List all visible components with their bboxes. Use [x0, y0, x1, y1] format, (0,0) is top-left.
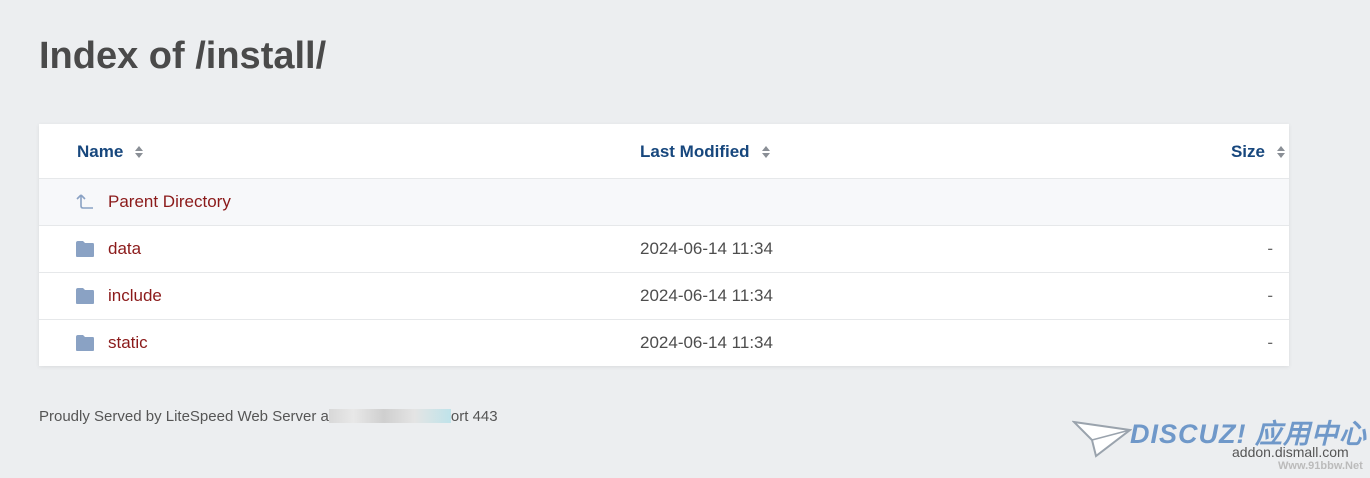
table-header: Name Last Modified Size	[39, 124, 1289, 179]
sort-icon	[1277, 146, 1285, 158]
watermark: DISCUZ! 应用中心 addon.dismall.com Www.91bbw…	[1072, 408, 1366, 474]
paper-plane-icon	[1072, 420, 1132, 458]
folder-icon	[76, 335, 94, 351]
footer-text: Proudly Served by LiteSpeed Web Server a	[39, 408, 329, 425]
file-size: -	[1267, 286, 1273, 305]
server-footer: Proudly Served by LiteSpeed Web Server a…	[39, 408, 498, 425]
modified-column-header: Last Modified	[640, 142, 750, 161]
size-column-header: Size	[1230, 142, 1265, 161]
footer-port: ort 443	[450, 408, 498, 425]
file-size: -	[1267, 239, 1273, 258]
parent-directory-icon	[76, 194, 93, 209]
last-modified: 2024-06-14 11:34	[640, 286, 773, 305]
folder-link[interactable]: include	[108, 286, 162, 306]
parent-directory-row[interactable]: Parent Directory	[39, 179, 1289, 226]
folder-link[interactable]: data	[108, 239, 141, 259]
sort-by-name[interactable]: Name	[77, 142, 144, 162]
directory-listing: Name Last Modified Size Parent Directory…	[39, 124, 1289, 366]
redacted-address	[328, 409, 451, 423]
file-size: -	[1267, 333, 1273, 352]
folder-icon	[76, 288, 94, 304]
sort-icon	[761, 146, 770, 158]
folder-link[interactable]: static	[108, 333, 148, 353]
name-column-header: Name	[77, 142, 124, 161]
page-title: Index of /install/	[39, 35, 327, 77]
sort-icon	[135, 146, 144, 158]
table-row[interactable]: include 2024-06-14 11:34 -	[39, 273, 1289, 320]
table-row[interactable]: data 2024-06-14 11:34 -	[39, 226, 1289, 273]
table-row[interactable]: static 2024-06-14 11:34 -	[39, 320, 1289, 366]
watermark-url: addon.dismall.com	[1232, 444, 1349, 460]
parent-directory-link[interactable]: Parent Directory	[108, 192, 231, 212]
last-modified: 2024-06-14 11:34	[640, 239, 773, 258]
folder-icon	[76, 241, 94, 257]
last-modified: 2024-06-14 11:34	[640, 333, 773, 352]
watermark-site: Www.91bbw.Net	[1278, 460, 1363, 472]
sort-by-size[interactable]: Size	[1231, 142, 1285, 162]
sort-by-modified[interactable]: Last Modified	[640, 142, 770, 162]
